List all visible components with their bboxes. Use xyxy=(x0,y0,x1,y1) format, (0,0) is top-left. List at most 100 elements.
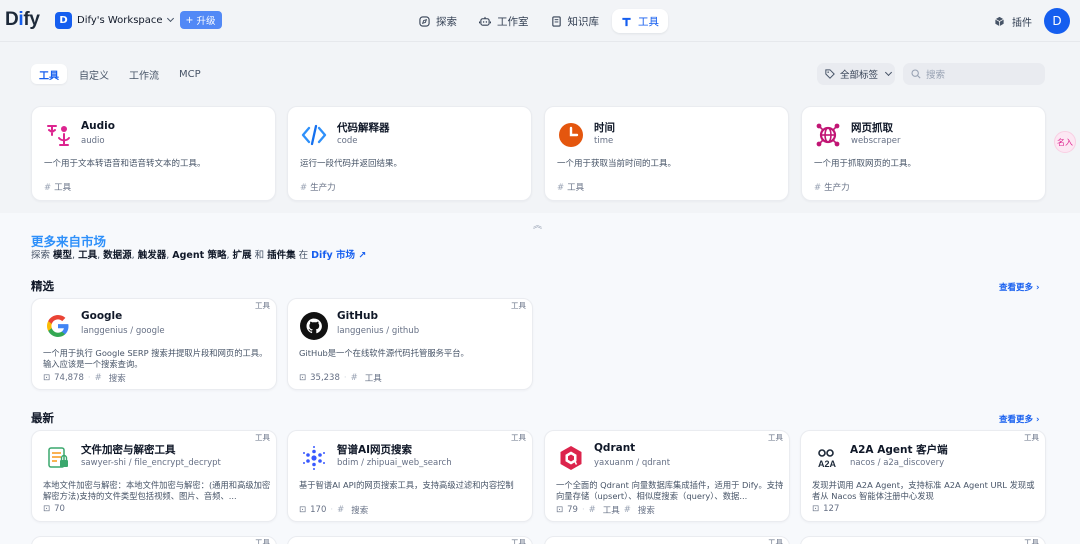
plugin-card-partial[interactable]: 工具 xyxy=(544,536,790,544)
github-icon xyxy=(299,311,329,341)
plugin-card-partial[interactable]: 工具 xyxy=(287,536,533,544)
plugin-kind-badge: 工具 xyxy=(1024,433,1039,442)
nav-knowledge-label: 知识库 xyxy=(567,15,600,28)
search-input[interactable]: 搜索 xyxy=(903,63,1045,85)
latest-heading: 最新 xyxy=(31,411,54,425)
plugin-org-name: bdim xyxy=(337,458,359,468)
upgrade-button[interactable]: + 升级 xyxy=(179,11,222,29)
plugin-footer: ⊡ 35,238 · # 工具 xyxy=(299,372,382,384)
plugin-footer: ⊡ 79 · # 工具 # 搜索 xyxy=(556,504,655,516)
plugin-tag: 工具 xyxy=(364,374,382,384)
subtitle-prefix: 探索 xyxy=(31,250,54,261)
latest-see-more-link[interactable]: 查看更多 › xyxy=(999,413,1040,425)
tool-tag: # 生产力 xyxy=(300,183,336,193)
install-count: 70 xyxy=(54,504,65,514)
tool-tag-label: 生产力 xyxy=(824,183,850,193)
dify-marketplace-link[interactable]: Dify 市场 ↗ xyxy=(311,250,366,261)
cube-icon xyxy=(995,16,1004,27)
nav-studio[interactable]: 工作室 xyxy=(470,9,538,33)
plugin-tag: 搜索 xyxy=(637,506,655,516)
tab-tools[interactable]: 工具 xyxy=(31,64,67,84)
tool-id: time xyxy=(594,136,614,146)
tool-card-code[interactable]: 代码解释器 code 运行一段代码并返回结果。 # 生产力 xyxy=(287,106,532,201)
tool-tag: # 工具 xyxy=(557,183,585,193)
compass-icon xyxy=(419,15,430,27)
plugin-org: sawyer-shi / file_encrypt_decrypt xyxy=(81,458,221,468)
collapse-chevron-icon[interactable]: ︽ xyxy=(533,218,542,231)
plugin-name: GitHub xyxy=(337,310,379,322)
plugin-footer: ⊡ 70 xyxy=(43,504,65,514)
subtitle-and: 和 xyxy=(251,250,268,261)
plugin-card-file-encrypt[interactable]: 工具 文件加密与解密工具 sawyer-shi / file_encrypt_d… xyxy=(31,430,277,522)
plugin-card-zhipuai-web-search[interactable]: 工具 智谱AI网页搜索 bdim / zhipuai_web_search 基于… xyxy=(287,430,533,522)
plugin-org: nacos / a2a_discovery xyxy=(850,458,945,468)
plugin-kind-badge: 工具 xyxy=(255,538,270,544)
tag-icon xyxy=(825,69,835,79)
see-more-label: 查看更多 xyxy=(999,415,1034,425)
tool-description: 运行一段代码并返回结果。 xyxy=(300,159,403,169)
tool-name: 代码解释器 xyxy=(337,122,390,134)
tool-card-audio[interactable]: Audio audio 一个用于文本转语音和语音转文本的工具。 # 工具 xyxy=(31,106,276,201)
plugin-card-google[interactable]: 工具 Google langgenius / google 一个用于执行 Goo… xyxy=(31,298,277,390)
plugin-card-partial[interactable]: 工具 xyxy=(31,536,277,544)
plugin-card-github[interactable]: 工具 GitHub langgenius / github GitHub是一个在… xyxy=(287,298,533,390)
tab-workflow[interactable]: 工作流 xyxy=(121,64,167,84)
plugin-footer: ⊡ 74,878 · # 搜索 xyxy=(43,372,126,384)
plugins-label: 插件 xyxy=(1012,18,1032,29)
plugin-repo: a2a_discovery xyxy=(883,458,945,468)
separator-dot: · xyxy=(330,505,334,515)
code-icon xyxy=(300,121,328,149)
plugin-repo: file_encrypt_decrypt xyxy=(134,458,221,468)
floating-assistant-badge[interactable]: 名入 xyxy=(1054,131,1076,153)
featured-see-more-link[interactable]: 查看更多 › xyxy=(999,281,1040,293)
workspace-name: Dify's Workspace xyxy=(77,14,163,26)
plugin-kind-badge: 工具 xyxy=(255,301,270,310)
tab-mcp[interactable]: MCP xyxy=(171,64,209,84)
plugin-description: 一个用于执行 Google SERP 搜索并提取片段和网页的工具。输入应该是一个… xyxy=(43,348,268,369)
tool-description: 一个用于获取当前时间的工具。 xyxy=(557,159,677,169)
tab-custom[interactable]: 自定义 xyxy=(71,64,117,84)
hash-icon: # xyxy=(350,373,358,383)
plugin-footer: ⊡ 127 xyxy=(812,504,839,514)
tool-name: 网页抓取 xyxy=(851,122,893,134)
download-icon: ⊡ xyxy=(556,505,564,515)
plugin-card-qdrant[interactable]: 工具 Qdrant yaxuanm / qdrant 一个全面的 Qdrant … xyxy=(544,430,790,522)
install-count: 170 xyxy=(310,505,327,515)
tool-tag: # 生产力 xyxy=(814,183,850,193)
workspace-switcher[interactable]: D Dify's Workspace + 升级 xyxy=(55,11,222,29)
nav-knowledge[interactable]: 知识库 xyxy=(542,9,609,33)
plugin-kind-badge: 工具 xyxy=(1024,538,1039,544)
plugin-repo: zhipuai_web_search xyxy=(366,458,452,468)
marketplace-subtitle: 探索 模型, 工具, 数据源, 触发器, Agent 策略, 扩展 和 插件集 … xyxy=(31,247,366,261)
plugin-description: 发现并调用 A2A Agent，支持标准 A2A Agent URL 发现或者从… xyxy=(812,480,1035,501)
download-icon: ⊡ xyxy=(299,373,307,383)
plugin-card-a2a-agent[interactable]: 工具 A2A A2A Agent 客户端 nacos / a2a_discove… xyxy=(800,430,1046,522)
plugin-org: langgenius / github xyxy=(337,326,420,336)
plugin-description: GitHub是一个在线软件源代码托管服务平台。 xyxy=(299,348,469,358)
chevron-down-icon xyxy=(884,68,893,77)
download-icon: ⊡ xyxy=(812,504,820,514)
tool-card-time[interactable]: 时间 time 一个用于获取当前时间的工具。 # 工具 xyxy=(544,106,789,201)
webscraper-icon xyxy=(814,121,842,149)
tool-card-webscraper[interactable]: 网页抓取 webscraper 一个用于抓取网页的工具。 # 生产力 xyxy=(801,106,1046,201)
plugins-button[interactable]: 插件 xyxy=(994,14,1032,29)
search-icon xyxy=(911,69,921,79)
plugin-tag: 搜索 xyxy=(351,506,369,516)
plugin-card-partial[interactable]: 工具 xyxy=(800,536,1046,544)
plugin-org-name: langgenius xyxy=(81,326,128,336)
hash-icon: # xyxy=(94,373,102,383)
top-navigation-bar: Dify D Dify's Workspace + 升级 探索 工作室 知识库 … xyxy=(0,0,1080,42)
plus-icon: + xyxy=(185,14,194,26)
user-avatar[interactable]: D xyxy=(1044,8,1070,34)
nav-tools[interactable]: 工具 xyxy=(612,9,668,33)
install-count: 35,238 xyxy=(310,373,340,383)
see-more-label: 查看更多 xyxy=(999,283,1034,293)
subtitle-part: 模型 xyxy=(53,250,73,261)
tag-filter-dropdown[interactable]: 全部标签 xyxy=(817,63,895,85)
main-nav: 探索 工作室 知识库 工具 xyxy=(410,9,668,33)
tool-description: 一个用于抓取网页的工具。 xyxy=(814,159,917,169)
dify-logo[interactable]: Dify xyxy=(5,9,40,31)
a2a-icon: A2A xyxy=(812,443,842,473)
nav-explore[interactable]: 探索 xyxy=(410,9,466,33)
plugin-org-name: langgenius xyxy=(337,326,384,336)
